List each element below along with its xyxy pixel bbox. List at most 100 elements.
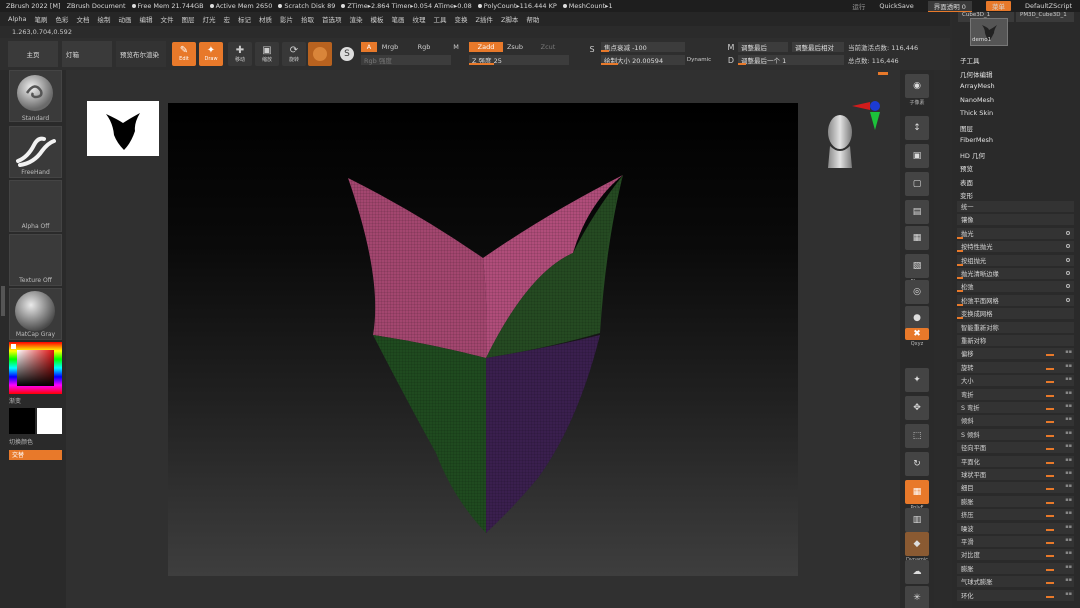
stroke-button[interactable]: S	[335, 42, 359, 66]
xyz-button[interactable]: ✖	[905, 328, 929, 340]
default-zscript[interactable]: DefaultZScript	[1025, 2, 1072, 10]
row-toggle-icon[interactable]	[1066, 257, 1070, 262]
palette-row[interactable]: 智能重新对称	[957, 321, 1074, 333]
row-slider[interactable]	[1046, 394, 1054, 397]
menu-item[interactable]: 色彩	[55, 14, 68, 24]
menu-item[interactable]: 拾取	[301, 14, 314, 24]
palette-header[interactable]: 表面	[960, 177, 973, 187]
row-slider[interactable]	[1046, 367, 1054, 370]
adjust-last-button[interactable]: 调整最后	[738, 42, 788, 52]
row-slider[interactable]	[1046, 582, 1054, 585]
scroll-button[interactable]: ↕	[905, 116, 929, 140]
palette-row[interactable]: 偏移 ▪▪	[957, 348, 1074, 360]
menu-item[interactable]: 绘制	[97, 14, 110, 24]
row-mode-icon[interactable]: ▪▪	[1065, 403, 1072, 409]
row-slider[interactable]	[1046, 488, 1054, 491]
move-view-button[interactable]: ✥	[905, 396, 929, 420]
row-slider[interactable]	[1046, 461, 1054, 464]
palette-row[interactable]: 膨胀 ▪▪	[957, 495, 1074, 507]
palette-row[interactable]: 镶像	[957, 214, 1074, 226]
palette-header[interactable]: 预览	[960, 163, 973, 173]
focal-shift-slider[interactable]: 焦点衰减 -100	[601, 42, 685, 52]
row-slider[interactable]	[1046, 555, 1054, 558]
menu-item[interactable]: 帮助	[526, 14, 539, 24]
shelf-scroll-handle[interactable]	[1, 286, 5, 316]
m-toggle[interactable]: M	[450, 42, 462, 52]
palette-header[interactable]: 子工具	[960, 55, 980, 65]
menu-item[interactable]: 灯光	[202, 14, 215, 24]
switch-color-button[interactable]: 切换颜色	[9, 437, 33, 446]
rgb-intensity-slider[interactable]: Rgb 强度	[361, 55, 451, 65]
rotate-button[interactable]: ⟳ 旋转	[282, 42, 306, 66]
a-toggle[interactable]: A	[361, 42, 377, 52]
row-slider[interactable]	[1046, 515, 1054, 518]
row-toggle-icon[interactable]	[1066, 230, 1070, 235]
row-slider[interactable]	[1046, 448, 1054, 451]
row-toggle-icon[interactable]	[1066, 297, 1070, 302]
row-slider[interactable]	[1046, 354, 1054, 357]
preview-bpr-button[interactable]: 预览布尔渲染	[116, 41, 166, 67]
palette-row[interactable]: 统一	[957, 201, 1074, 212]
menu-item[interactable]: 变换	[454, 14, 467, 24]
palette-header[interactable]: 几何体编辑	[960, 69, 993, 79]
row-mode-icon[interactable]: ▪▪	[1065, 524, 1072, 530]
row-mode-icon[interactable]: ▪▪	[1065, 577, 1072, 583]
palette-row[interactable]: 平滑 ▪▪	[957, 536, 1074, 547]
transp-button[interactable]: ▥	[905, 508, 929, 532]
palette-header[interactable]: 变形	[960, 190, 973, 200]
menu-item[interactable]: 笔画	[391, 14, 404, 24]
perspective-button[interactable]: ▦	[905, 226, 929, 250]
row-mode-icon[interactable]: ▪▪	[1065, 550, 1072, 556]
menu-item[interactable]: 渲染	[349, 14, 362, 24]
row-mode-icon[interactable]: ▪▪	[1065, 483, 1072, 489]
menu-item[interactable]: 材质	[259, 14, 272, 24]
frame-button[interactable]: ✦	[905, 368, 929, 392]
ac50-button[interactable]: ▤	[905, 200, 929, 224]
menu-item[interactable]: 笔刷	[34, 14, 47, 24]
palette-row[interactable]: 抛光清晰边缘	[957, 268, 1074, 279]
palette-header[interactable]: FiberMesh	[960, 136, 993, 144]
dynamic-button[interactable]: ◆	[905, 532, 929, 556]
row-toggle-icon[interactable]	[1066, 244, 1070, 249]
row-mode-icon[interactable]: ▪▪	[1065, 349, 1072, 355]
palette-header[interactable]: 图层	[960, 123, 973, 133]
alternate-button[interactable]: 交替	[9, 450, 62, 460]
row-slider[interactable]	[1046, 421, 1054, 424]
palette-row[interactable]: 球状平面 ▪▪	[957, 469, 1074, 480]
local-button[interactable]: ◎	[905, 280, 929, 304]
row-mode-icon[interactable]: ▪▪	[1065, 537, 1072, 543]
menu-item[interactable]: 纹理	[412, 14, 425, 24]
menu-item[interactable]: 文件	[160, 14, 173, 24]
material-swatch[interactable]	[308, 42, 332, 66]
subtool-thumb-2[interactable]: PM3D_Cube3D_1	[1016, 12, 1074, 22]
zoom-view-button[interactable]: ⬚	[905, 424, 929, 448]
menu-item[interactable]: Z插件	[475, 14, 492, 24]
row-slider[interactable]	[1046, 501, 1054, 504]
palette-row[interactable]: 抛光	[957, 227, 1074, 239]
row-mode-icon[interactable]: ▪▪	[1065, 457, 1072, 463]
menu-item[interactable]: 首选项	[322, 14, 342, 24]
zcut-toggle[interactable]: Zcut	[538, 42, 558, 52]
row-toggle-icon[interactable]	[1066, 284, 1070, 289]
row-mode-icon[interactable]: ▪▪	[1065, 564, 1072, 570]
row-slider[interactable]	[1046, 542, 1054, 544]
menu-item[interactable]: 标记	[238, 14, 251, 24]
dynamic-toggle[interactable]: Dynamic	[686, 55, 712, 65]
row-slider[interactable]	[1046, 595, 1054, 598]
menu-item[interactable]: 模板	[370, 14, 383, 24]
palette-row[interactable]: 按特性抛光	[957, 241, 1074, 253]
palette-header[interactable]: ArrayMesh	[960, 82, 995, 90]
row-mode-icon[interactable]: ▪▪	[1065, 497, 1072, 503]
menu-item[interactable]: Z脚本	[501, 14, 518, 24]
floor-button[interactable]: ▧	[905, 254, 929, 278]
zadd-toggle[interactable]: Zadd	[469, 42, 503, 52]
row-mode-icon[interactable]: ▪▪	[1065, 591, 1072, 597]
row-mode-icon[interactable]: ▪▪	[1065, 470, 1072, 476]
palette-row[interactable]: 径向平面 ▪▪	[957, 442, 1074, 454]
quicksave-button[interactable]: QuickSave	[879, 2, 913, 10]
draw-button[interactable]: ✦ Draw	[199, 42, 223, 66]
zsub-toggle[interactable]: Zsub	[505, 42, 525, 52]
palette-row[interactable]: 旋转 ▪▪	[957, 361, 1074, 373]
main-color-swatch[interactable]	[9, 408, 35, 434]
home-tab[interactable]: 主页	[8, 41, 58, 67]
